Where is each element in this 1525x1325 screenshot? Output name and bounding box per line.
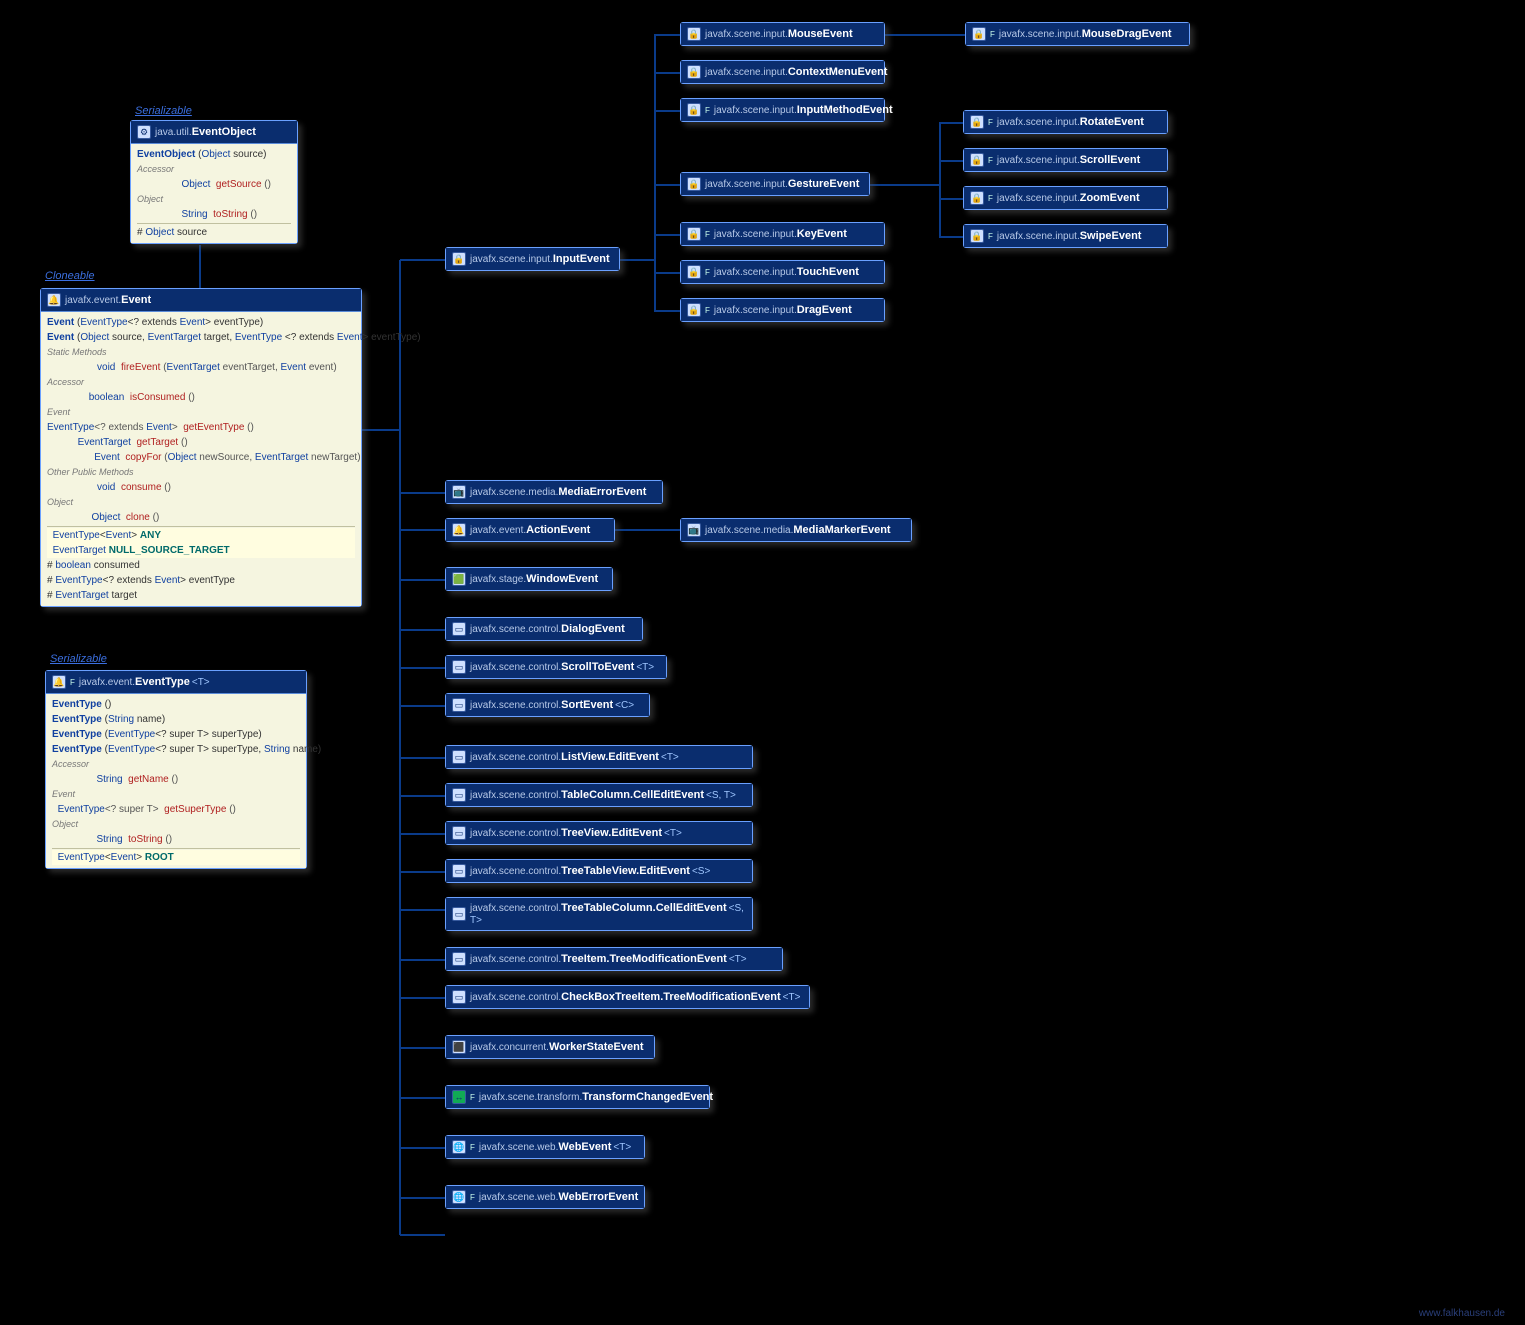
class-icon: ▭ [452,698,466,712]
final-marker: F [705,306,710,315]
final-marker: F [988,194,993,203]
interface-serializable-2[interactable]: Serializable [50,653,107,665]
class-KeyEvent[interactable]: 🔒Fjavafx.scene.input.KeyEvent [680,222,885,246]
interface-cloneable[interactable]: Cloneable [45,270,95,282]
class-TreeTableColumnEdit[interactable]: ▭javafx.scene.control.TreeTableColumn.Ce… [445,897,753,931]
class-icon: 🟩 [452,572,466,586]
class-WebErrorEvent[interactable]: 🌐Fjavafx.scene.web.WebErrorEvent [445,1185,645,1209]
class-icon: 🔒 [687,65,701,79]
class-SwipeEvent[interactable]: 🔒Fjavafx.scene.input.SwipeEvent [963,224,1168,248]
class-MediaMarkerEvent[interactable]: 📺javafx.scene.media.MediaMarkerEvent [680,518,912,542]
class-RotateEvent[interactable]: 🔒Fjavafx.scene.input.RotateEvent [963,110,1168,134]
class-TransformChangedEvent[interactable]: ↔Fjavafx.scene.transform.TransformChange… [445,1085,710,1109]
class-ScrollToEvent[interactable]: ▭javafx.scene.control.ScrollToEvent<T> [445,655,667,679]
class-icon: ⬛ [452,1040,466,1054]
class-event-object[interactable]: ⚙ java.util.EventObject EventObject (Obj… [130,120,298,244]
class-icon: 🔒 [687,227,701,241]
class-icon: 🔒 [687,177,701,191]
class-icon: 📺 [687,523,701,537]
class-MouseEvent[interactable]: 🔒javafx.scene.input.MouseEvent [680,22,885,46]
class-InputMethodEvent[interactable]: 🔒Fjavafx.scene.input.InputMethodEvent [680,98,885,122]
final-marker: F [988,232,993,241]
class-icon: 🔔 [452,523,466,537]
class-TreeItemMod[interactable]: ▭javafx.scene.control.TreeItem.TreeModif… [445,947,783,971]
class-icon: 📺 [452,485,466,499]
class-icon: 🔒 [687,27,701,41]
class-icon: ↔ [452,1090,466,1104]
class-CheckBoxTreeItemMod[interactable]: ▭javafx.scene.control.CheckBoxTreeItem.T… [445,985,810,1009]
class-icon: ▭ [452,990,466,1004]
class-event[interactable]: 🔔 javafx.event.Event Event (EventType<? … [40,288,362,607]
class-icon: 🌐 [452,1140,466,1154]
class-body-event: Event (EventType<? extends Event> eventT… [41,312,361,606]
class-TableColumnEdit[interactable]: ▭javafx.scene.control.TableColumn.CellEd… [445,783,753,807]
class-ListViewEdit[interactable]: ▭javafx.scene.control.ListView.EditEvent… [445,745,753,769]
class-icon: 🔒 [970,115,984,129]
class-InputEvent[interactable]: 🔒javafx.scene.input.InputEvent [445,247,620,271]
class-ContextMenuEvent[interactable]: 🔒javafx.scene.input.ContextMenuEvent [680,60,885,84]
gear-icon: ⚙ [137,125,151,139]
final-marker: F [705,268,710,277]
final-marker: F [470,1093,475,1102]
class-icon: 🔒 [970,153,984,167]
class-icon: ▭ [452,750,466,764]
class-WindowEvent[interactable]: 🟩javafx.stage.WindowEvent [445,567,613,591]
class-icon: 🔒 [452,252,466,266]
final-marker: F [705,230,710,239]
class-icon: 🔒 [687,265,701,279]
class-MediaErrorEvent[interactable]: 📺javafx.scene.media.MediaErrorEvent [445,480,663,504]
class-SortEvent[interactable]: ▭javafx.scene.control.SortEvent<C> [445,693,650,717]
final-marker: F [988,156,993,165]
final-marker: F [470,1193,475,1202]
class-TreeViewEdit[interactable]: ▭javafx.scene.control.TreeView.EditEvent… [445,821,753,845]
class-icon: ▭ [452,864,466,878]
class-icon: 🔒 [687,303,701,317]
class-icon: 🔒 [970,191,984,205]
class-icon: 🔒 [687,103,701,117]
footer-credit[interactable]: www.falkhausen.de [1419,1308,1505,1319]
class-WorkerStateEvent[interactable]: ⬛javafx.concurrent.WorkerStateEvent [445,1035,655,1059]
class-icon: ▭ [452,660,466,674]
final-marker: F [705,106,710,115]
class-ScrollEvent[interactable]: 🔒Fjavafx.scene.input.ScrollEvent [963,148,1168,172]
class-GestureEvent[interactable]: 🔒javafx.scene.input.GestureEvent [680,172,870,196]
class-icon: ▭ [452,907,466,921]
class-WebEvent[interactable]: 🌐Fjavafx.scene.web.WebEvent<T> [445,1135,645,1159]
class-icon: ▭ [452,952,466,966]
final-marker: F [990,30,995,39]
class-body-event-object: EventObject (Object source)Accessor Obje… [131,144,297,243]
class-event-type[interactable]: 🔔 F javafx.event.EventType<T> EventType … [45,670,307,869]
class-ZoomEvent[interactable]: 🔒Fjavafx.scene.input.ZoomEvent [963,186,1168,210]
class-icon: ▭ [452,622,466,636]
class-DialogEvent[interactable]: ▭javafx.scene.control.DialogEvent [445,617,643,641]
final-marker: F [988,118,993,127]
class-icon: 🔒 [972,27,986,41]
interface-serializable-1[interactable]: Serializable [135,105,192,117]
class-icon: 🔒 [970,229,984,243]
class-TouchEvent[interactable]: 🔒Fjavafx.scene.input.TouchEvent [680,260,885,284]
class-body-event-type: EventType ()EventType (String name)Event… [46,694,306,868]
class-icon: ▭ [452,788,466,802]
class-DragEvent[interactable]: 🔒Fjavafx.scene.input.DragEvent [680,298,885,322]
class-ActionEvent[interactable]: 🔔javafx.event.ActionEvent [445,518,615,542]
bell-icon: 🔔 [47,293,61,307]
class-MouseDragEvent[interactable]: 🔒Fjavafx.scene.input.MouseDragEvent [965,22,1190,46]
bell-icon: 🔔 [52,675,66,689]
class-TreeTableViewEdit[interactable]: ▭javafx.scene.control.TreeTableView.Edit… [445,859,753,883]
final-marker: F [70,678,75,687]
class-icon: 🌐 [452,1190,466,1204]
class-icon: ▭ [452,826,466,840]
final-marker: F [470,1143,475,1152]
